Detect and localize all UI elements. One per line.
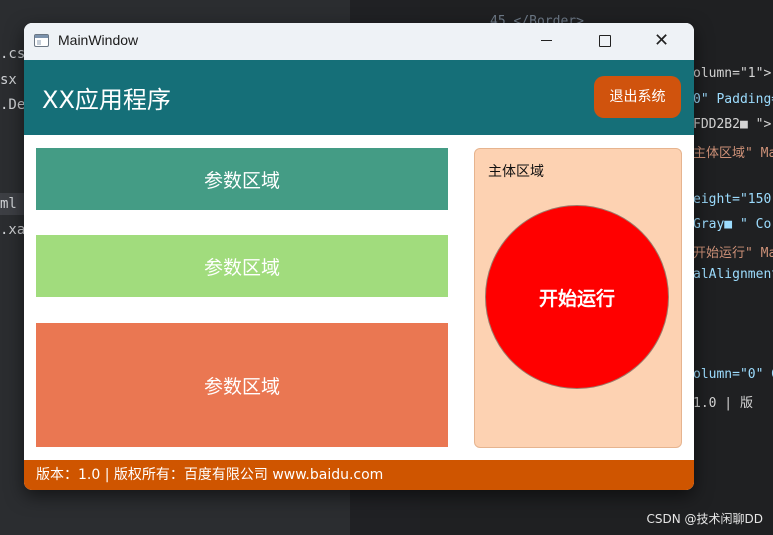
window-title: MainWindow — [58, 32, 139, 48]
footer-text: 版本：1.0 | 版权所有：百度有限公司 www.baidu.com — [36, 467, 384, 483]
code-line: FDD2B2■ "> — [693, 117, 772, 132]
exit-system-button[interactable]: 退出系统 — [594, 76, 681, 118]
code-line: alAlignment — [693, 267, 773, 282]
minimize-icon — [541, 40, 552, 41]
maximize-icon — [599, 35, 611, 47]
start-run-button[interactable]: 开始运行 — [485, 205, 669, 389]
main-area-title: 主体区域 — [488, 164, 544, 180]
status-footer: 版本：1.0 | 版权所有：百度有限公司 www.baidu.com — [24, 460, 694, 490]
file-item[interactable]: .cs — [0, 43, 25, 65]
code-line: 1.0 | 版 — [693, 396, 753, 411]
main-area: 主体区域 开始运行 — [474, 148, 682, 448]
parameter-area-label: 参数区域 — [203, 169, 280, 192]
code-line: Gray■ " Co — [693, 217, 772, 232]
file-item[interactable]: .De — [0, 94, 25, 116]
parameter-area-2: 参数区域 — [36, 235, 448, 297]
file-item[interactable]: sx — [0, 69, 17, 91]
maximize-button[interactable] — [582, 23, 628, 60]
parameter-area-label: 参数区域 — [203, 256, 280, 279]
parameter-area-1: 参数区域 — [36, 148, 448, 210]
minimize-button[interactable] — [524, 23, 570, 60]
code-line: olumn="1"> — [693, 66, 772, 81]
app-title: XX应用程序 — [42, 86, 171, 114]
window-app-icon — [34, 34, 49, 47]
title-bar[interactable]: MainWindow ✕ — [24, 23, 694, 60]
code-line: eight="150" — [693, 192, 773, 207]
close-button[interactable]: ✕ — [640, 23, 686, 60]
parameter-area-3: 参数区域 — [36, 323, 448, 447]
parameter-area-label: 参数区域 — [203, 375, 280, 398]
code-line: 主体区域" Ma — [693, 146, 773, 161]
main-window: MainWindow ✕ XX应用程序 退出系统 参数区域 参数区域 参数区域 … — [24, 23, 694, 490]
app-header: XX应用程序 退出系统 — [24, 60, 694, 135]
close-icon: ✕ — [654, 30, 670, 51]
watermark: CSDN @技术闲聊DD — [646, 512, 763, 526]
code-line: 开始运行" Ma — [693, 246, 773, 261]
code-line: olumn="0" G — [693, 367, 773, 382]
code-line: 0" Padding= — [693, 92, 773, 107]
